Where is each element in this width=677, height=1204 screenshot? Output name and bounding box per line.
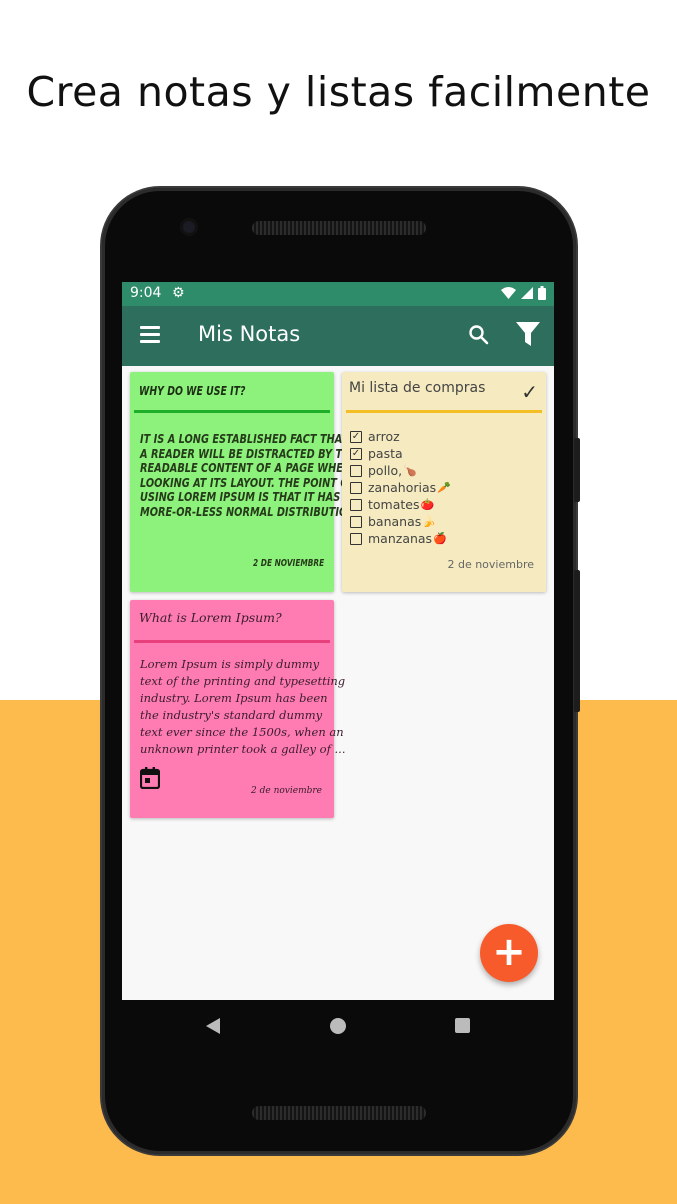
- status-time: 9:04: [130, 285, 162, 301]
- top-speaker: [252, 221, 426, 235]
- bottom-speaker: [252, 1106, 426, 1120]
- apple-emoji-icon: 🍎: [433, 532, 447, 545]
- note-body-line: industry. Lorem Ipsum has been: [140, 691, 328, 705]
- battery-icon: [538, 286, 546, 300]
- power-button: [574, 438, 580, 502]
- note-title: WHY DO WE USE IT?: [139, 384, 246, 398]
- note-body-line: unknown printer took a galley of ...: [140, 742, 346, 756]
- note-divider: [134, 410, 330, 413]
- note-body-line: IT IS A LONG ESTABLISHED FACT THAT: [140, 431, 349, 446]
- note-body-line: LOOKING AT ITS LAYOUT. THE POINT OF: [140, 474, 356, 490]
- checklist-item[interactable]: ✓ pasta: [350, 445, 451, 462]
- home-icon[interactable]: [330, 1018, 346, 1034]
- checkbox-checked[interactable]: ✓: [350, 430, 362, 443]
- note-body-line: MORE-OR-LESS NORMAL DISTRIBUTION...: [140, 503, 367, 519]
- page-headline: Crea notas y listas facilmente: [26, 68, 651, 116]
- note-card-lorem-ipsum[interactable]: What is Lorem Ipsum? Lorem Ipsum is simp…: [130, 600, 345, 818]
- note-date: 2 de noviembre: [251, 786, 322, 796]
- checklist-item-label: pollo,: [368, 463, 403, 478]
- signal-icon: [521, 287, 533, 299]
- phone-frame: 9:04 ⚙ Mis Notas WHY DO WE USE IT? IT IS…: [102, 188, 580, 1154]
- search-icon[interactable]: [468, 324, 490, 346]
- checkbox-checked[interactable]: ✓: [350, 447, 362, 460]
- checklist-item[interactable]: ✓ arroz: [350, 428, 451, 445]
- navigation-bar: [122, 1000, 554, 1050]
- note-title: What is Lorem Ipsum?: [139, 610, 282, 625]
- volume-button: [574, 570, 580, 712]
- note-title: Mi lista de compras: [349, 380, 486, 396]
- check-icon[interactable]: ✓: [521, 380, 538, 404]
- note-body-line: USING LOREM IPSUM IS THAT IT HAS A: [140, 489, 352, 504]
- status-icons: [501, 286, 546, 300]
- calendar-icon: [140, 767, 160, 789]
- recent-apps-icon[interactable]: [455, 1018, 470, 1033]
- back-icon[interactable]: [204, 1018, 220, 1034]
- checkbox-unchecked[interactable]: [350, 532, 362, 545]
- chicken-emoji-icon: 🍗: [403, 464, 417, 477]
- checklist-item[interactable]: bananas 🍌: [350, 513, 451, 530]
- checklist-item-label: arroz: [368, 429, 400, 444]
- checkbox-unchecked[interactable]: [350, 464, 362, 477]
- banana-emoji-icon: 🍌: [422, 515, 436, 528]
- checklist: ✓ arroz ✓ pasta pollo, 🍗 zanahorias 🥕 tomate…: [350, 428, 451, 547]
- checkbox-unchecked[interactable]: [350, 515, 362, 528]
- note-body-line: text ever since the 1500s, when an: [140, 725, 344, 739]
- note-date: 2 DE NOVIEMBRE: [252, 558, 324, 569]
- app-title: Mis Notas: [198, 322, 301, 346]
- checkbox-unchecked[interactable]: [350, 481, 362, 494]
- note-divider: [134, 640, 330, 643]
- note-divider: [346, 410, 542, 413]
- filter-icon[interactable]: [516, 322, 540, 348]
- note-body-line: the industry's standard dummy: [140, 708, 323, 722]
- app-bar: Mis Notas: [122, 306, 554, 366]
- checklist-item-label: pasta: [368, 446, 403, 461]
- note-body: Lorem Ipsum is simply dummy text of the …: [140, 656, 345, 758]
- status-bar: 9:04 ⚙: [122, 282, 554, 306]
- note-body-line: text of the printing and typesetting: [140, 674, 346, 688]
- checkbox-unchecked[interactable]: [350, 498, 362, 511]
- note-card-why-use-it[interactable]: WHY DO WE USE IT? IT IS A LONG ESTABLISH…: [130, 372, 367, 592]
- checklist-item[interactable]: pollo, 🍗: [350, 462, 451, 479]
- note-card-shopping-list[interactable]: Mi lista de compras ✓ ✓ arroz ✓ pasta poll…: [342, 372, 546, 592]
- menu-icon[interactable]: [140, 326, 160, 343]
- add-note-button[interactable]: +: [480, 924, 538, 982]
- wifi-icon: [501, 287, 516, 299]
- note-date: 2 de noviembre: [447, 558, 534, 571]
- checklist-item-label: bananas: [368, 514, 422, 529]
- app-screen: 9:04 ⚙ Mis Notas WHY DO WE USE IT? IT IS…: [122, 282, 554, 1000]
- checklist-item-label: manzanas: [368, 531, 433, 546]
- note-body-line: Lorem Ipsum is simply dummy: [140, 657, 320, 671]
- checklist-item-label: tomates: [368, 497, 420, 512]
- checklist-item[interactable]: tomates 🍅: [350, 496, 451, 513]
- front-camera: [180, 218, 198, 236]
- checklist-item[interactable]: manzanas 🍎: [350, 530, 451, 547]
- checklist-item[interactable]: zanahorias 🥕: [350, 479, 451, 496]
- carrot-emoji-icon: 🥕: [437, 481, 451, 494]
- note-body: IT IS A LONG ESTABLISHED FACT THAT A REA…: [140, 431, 367, 519]
- gear-icon: ⚙: [172, 285, 185, 301]
- note-body-line: READABLE CONTENT OF A PAGE WHEN: [140, 460, 352, 475]
- note-body-line: A READER WILL BE DISTRACTED BY THE: [140, 445, 357, 461]
- tomato-emoji-icon: 🍅: [420, 498, 435, 511]
- checklist-item-label: zanahorias: [368, 480, 437, 495]
